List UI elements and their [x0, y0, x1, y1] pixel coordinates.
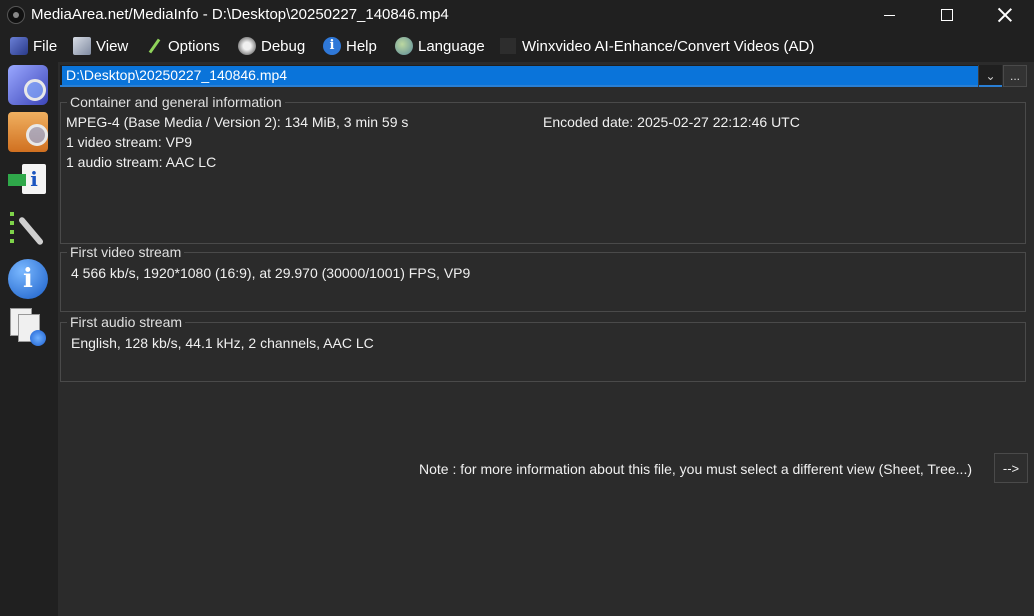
window-title: MediaArea.net/MediaInfo - D:\Desktop\202… — [31, 6, 449, 23]
main-panel: D:\Desktop\20250227_140846.mp4 ⌄ ... Con… — [58, 62, 1034, 616]
next-view-button[interactable]: --> — [994, 453, 1028, 483]
menu-ad-label: Winxvideo AI-Enhance/Convert Videos (AD) — [522, 37, 815, 55]
video-stream-title: First video stream — [67, 244, 185, 260]
file-selector[interactable]: D:\Desktop\20250227_140846.mp4 ⌄ — [60, 65, 1002, 87]
export-arrow-icon — [8, 174, 26, 186]
chevron-down-icon[interactable]: ⌄ — [978, 65, 1002, 87]
menu-ad-winxvideo[interactable]: Winxvideo AI-Enhance/Convert Videos (AD) — [500, 33, 814, 59]
video-stream-group: First video stream 4 566 kb/s, 1920*1080… — [60, 244, 1026, 312]
audio-stream-title: First audio stream — [67, 314, 186, 330]
menu-options-label: Options — [168, 37, 220, 55]
video-stream-details: 4 566 kb/s, 1920*1080 (16:9), at 29.970 … — [71, 265, 471, 281]
globe-icon — [30, 330, 46, 346]
preferences-icon[interactable] — [8, 210, 48, 250]
browse-button[interactable]: ... — [1003, 65, 1027, 87]
video-stream-count: 1 video stream: VP9 — [66, 134, 193, 150]
audio-stream-group: First audio stream English, 128 kb/s, 44… — [60, 314, 1026, 382]
view-icon — [73, 37, 91, 55]
close-button[interactable] — [976, 0, 1034, 30]
open-folder-icon[interactable] — [8, 112, 48, 152]
about-icon[interactable]: i — [8, 259, 48, 299]
globe-icon — [395, 37, 413, 55]
wrench-icon — [17, 216, 45, 246]
help-icon: i — [323, 37, 341, 55]
maximize-button[interactable] — [918, 0, 976, 30]
file-selector-value: D:\Desktop\20250227_140846.mp4 — [62, 66, 978, 85]
menu-bar: File View Options Debug i Help Language … — [0, 33, 1034, 59]
menu-view-label: View — [96, 37, 129, 55]
menu-options[interactable]: Options — [145, 33, 220, 59]
title-bar: MediaArea.net/MediaInfo - D:\Desktop\202… — [0, 0, 1034, 30]
encoded-date: Encoded date: 2025-02-27 22:12:46 UTC — [543, 114, 800, 130]
minimize-icon — [883, 14, 895, 16]
close-icon — [998, 8, 1012, 22]
general-format-line: MPEG-4 (Base Media / Version 2): 134 MiB… — [66, 114, 409, 130]
view-note: Note : for more information about this f… — [419, 461, 972, 477]
menu-view[interactable]: View — [73, 33, 128, 59]
export-icon[interactable]: i — [8, 162, 48, 202]
sidebar-toolbar: i i — [0, 62, 58, 616]
general-info-title: Container and general information — [67, 94, 285, 110]
general-info-group: Container and general information MPEG-4… — [60, 94, 1026, 244]
options-icon — [145, 37, 163, 55]
menu-file-label: File — [33, 37, 58, 55]
menu-language-label: Language — [418, 37, 485, 55]
menu-debug-label: Debug — [261, 37, 306, 55]
prefs-dots-icon — [10, 212, 14, 248]
ad-placeholder-icon — [500, 38, 516, 54]
minimize-button[interactable] — [860, 0, 918, 30]
debug-icon — [238, 37, 256, 55]
mediainfo-app-icon — [7, 6, 25, 24]
audio-stream-details: English, 128 kb/s, 44.1 kHz, 2 channels,… — [71, 335, 374, 351]
menu-file[interactable]: File — [10, 33, 57, 59]
web-icon[interactable] — [8, 308, 48, 348]
audio-stream-count: 1 audio stream: AAC LC — [66, 154, 217, 170]
menu-language[interactable]: Language — [395, 33, 485, 59]
menu-debug[interactable]: Debug — [238, 33, 305, 59]
open-file-icon[interactable] — [8, 65, 48, 105]
file-icon — [10, 37, 28, 55]
maximize-icon — [941, 9, 953, 21]
menu-help[interactable]: i Help — [323, 33, 377, 59]
menu-help-label: Help — [346, 37, 377, 55]
